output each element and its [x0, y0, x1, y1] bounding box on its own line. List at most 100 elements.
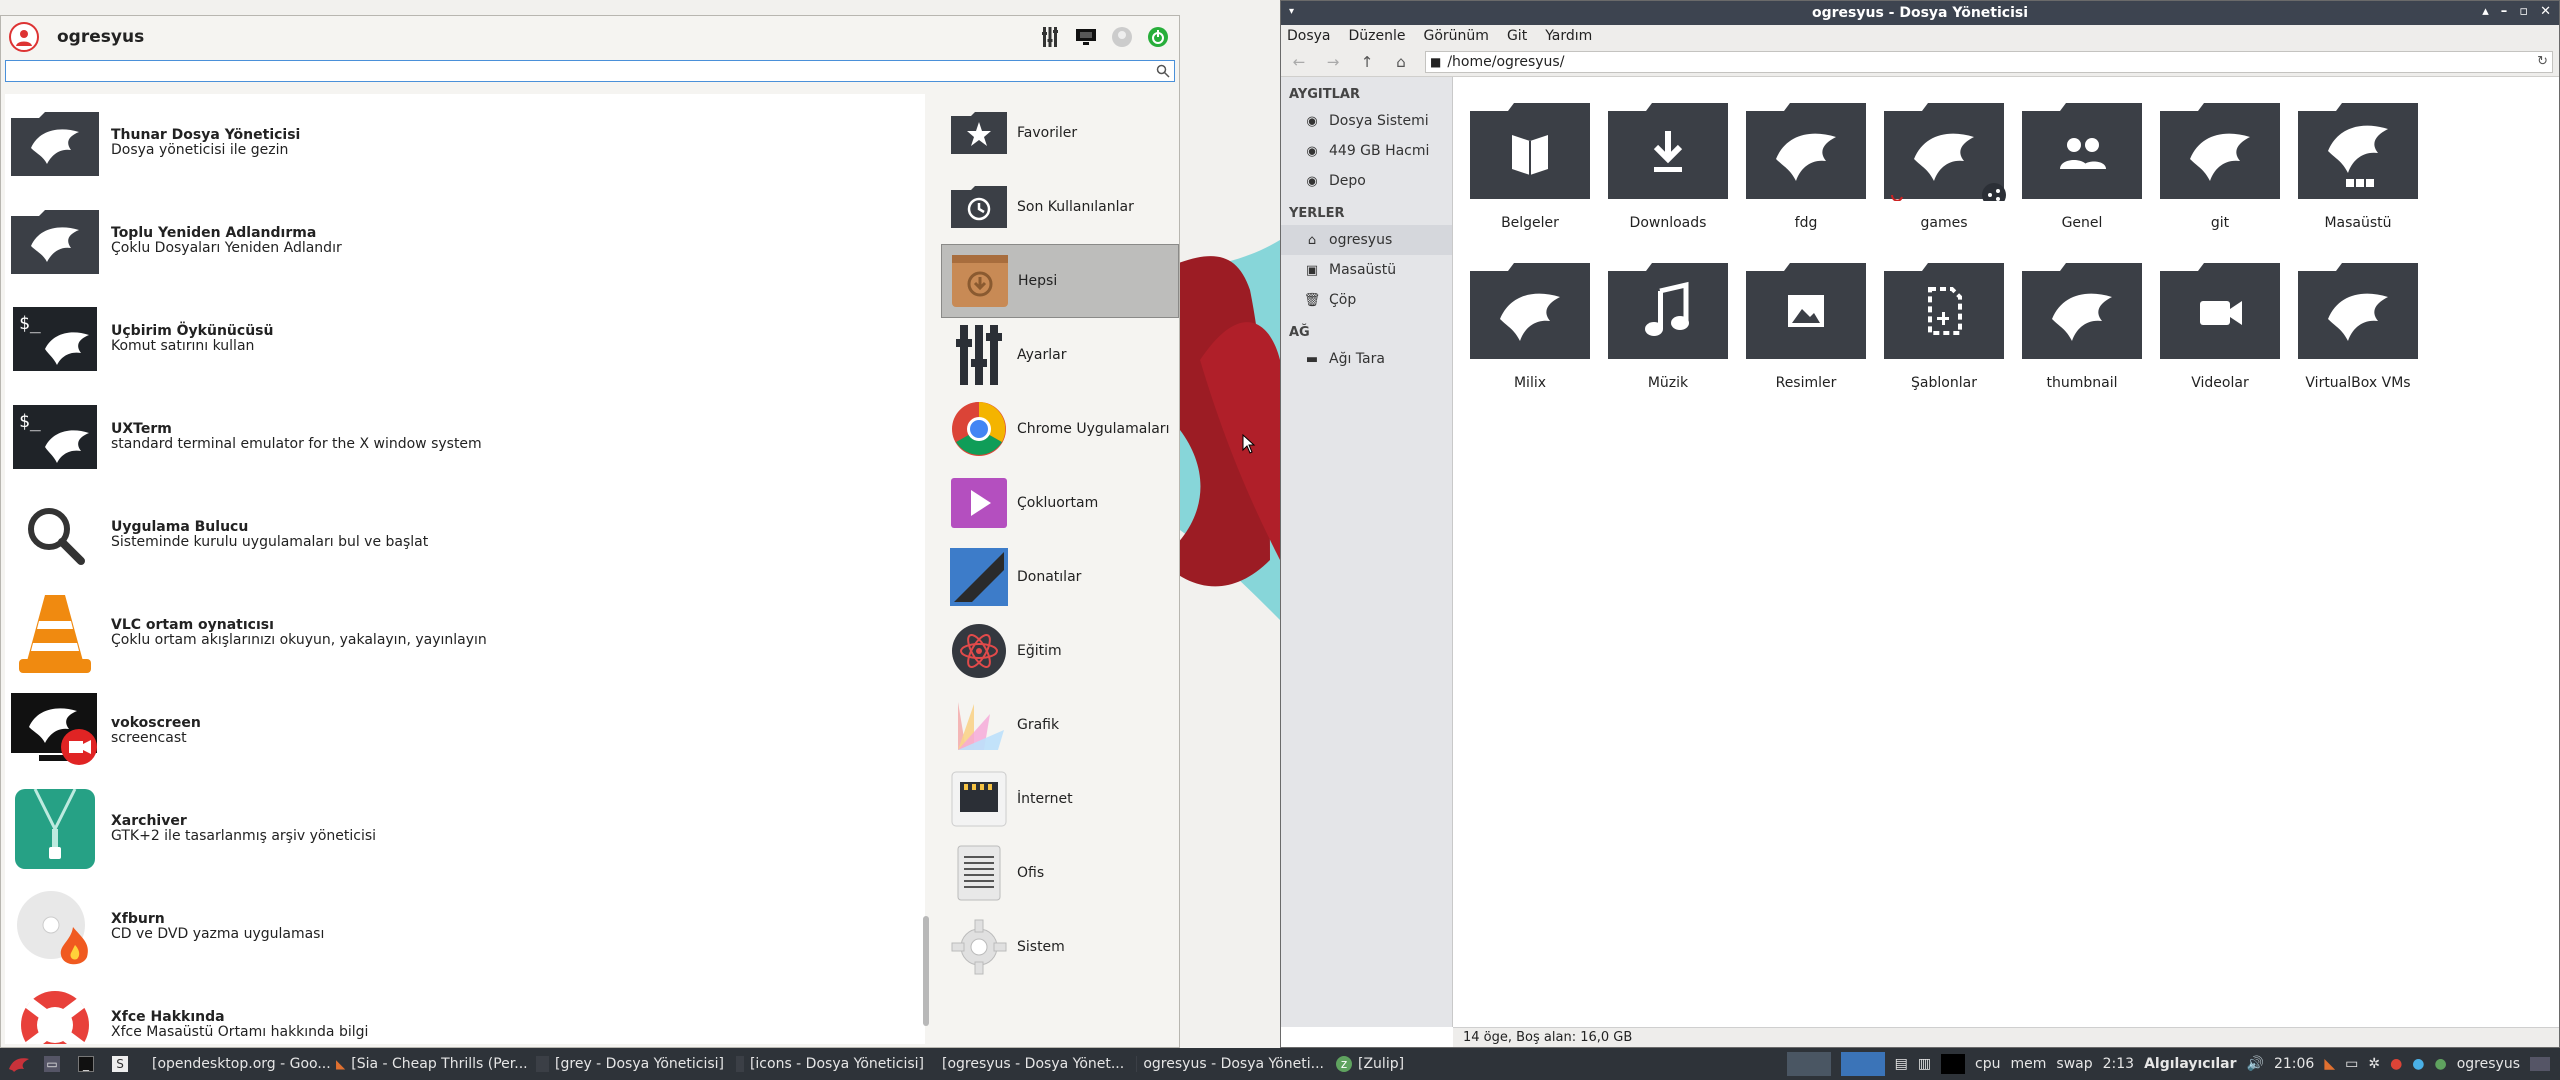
folder-item[interactable]: Belgeler [1461, 101, 1599, 261]
sidebar-item-desktop[interactable]: ▣ Masaüstü [1281, 255, 1452, 285]
category-system[interactable]: Sistem [941, 910, 1179, 984]
whisker-menu-button[interactable] [0, 1048, 38, 1080]
battery-time[interactable]: 2:13 [2103, 1056, 2134, 1072]
category-accessories[interactable]: Donatılar [941, 540, 1179, 614]
sidebar-item-volume[interactable]: ◉ 449 GB Hacmi [1281, 136, 1452, 166]
forward-icon[interactable]: → [1323, 52, 1343, 72]
app-item[interactable]: Xfburn CD ve DVD yazma uygulaması [5, 878, 925, 976]
category-graphics[interactable]: Grafik [941, 688, 1179, 762]
menu-edit[interactable]: Düzenle [1349, 28, 1406, 44]
back-icon[interactable]: ← [1289, 52, 1309, 72]
home-icon[interactable]: ⌂ [1391, 52, 1411, 72]
folder-item[interactable]: Masaüstü [2289, 101, 2427, 261]
sidebar-item-depo[interactable]: ◉ Depo [1281, 166, 1452, 196]
user-avatar[interactable] [9, 22, 39, 52]
task-fm-grey[interactable]: [grey - Dosya Yöneticisi] [530, 1048, 730, 1080]
category-internet[interactable]: İnternet [941, 762, 1179, 836]
show-desktop-button[interactable]: ▭ [38, 1048, 72, 1080]
switch-user-icon[interactable] [1109, 24, 1135, 50]
settings-icon[interactable]: ✲ [2368, 1056, 2380, 1072]
templates-folder-icon [1882, 261, 2006, 361]
folder-item[interactable]: thumbnail [2013, 261, 2151, 421]
category-all[interactable]: Hepsi [941, 244, 1179, 318]
app-item[interactable]: Xfce Hakkında Xfce Masaüstü Ortamı hakkın… [5, 976, 925, 1044]
notes-icon[interactable]: ▥ [1918, 1056, 1931, 1072]
menu-file[interactable]: Dosya [1287, 28, 1331, 44]
clock[interactable]: 21:06 [2274, 1056, 2314, 1072]
app-search-input[interactable] [6, 61, 1174, 81]
category-recent[interactable]: Son Kullanılanlar [941, 170, 1179, 244]
task-music[interactable]: ◣ [Sia - Cheap Thrills (Per... [330, 1048, 530, 1080]
up-icon[interactable]: ↑ [1357, 52, 1377, 72]
app-item[interactable]: Xarchiver GTK+2 ile tasarlanmış arşiv yön… [5, 780, 925, 878]
location-bar[interactable]: ■ /home/ogresyus/ ↻ [1425, 50, 2553, 73]
menu-view[interactable]: Görünüm [1424, 28, 1489, 44]
chrome-tray-icon[interactable]: ● [2390, 1056, 2402, 1072]
folder-item[interactable]: Resimler [1737, 261, 1875, 421]
category-settings[interactable]: Ayarlar [941, 318, 1179, 392]
app-item[interactable]: Toplu Yeniden Adlandırma Çoklu Dosyaları … [5, 192, 925, 290]
reload-icon[interactable]: ↻ [2537, 54, 2548, 69]
launcher-app[interactable]: S [106, 1048, 140, 1080]
menu-go[interactable]: Git [1507, 28, 1527, 44]
window-menu-icon[interactable]: ▾ [1289, 6, 1294, 17]
window-titlebar[interactable]: ▾ ogresyus - Dosya Yöneticisi ▴ – ▫ ✕ [1281, 1, 2559, 25]
update-icon[interactable]: ◣ [2324, 1056, 2335, 1072]
folder-item[interactable]: VirtualBox VMs [2289, 261, 2427, 421]
sidebar-item-filesystem[interactable]: ◉ Dosya Sistemi [1281, 106, 1452, 136]
launcher-terminal[interactable]: _ [72, 1048, 106, 1080]
sensors-label[interactable]: Algılayıcılar [2144, 1056, 2236, 1072]
cpu-graph[interactable] [1941, 1054, 1966, 1074]
task-zulip[interactable]: z [Zulip] [1330, 1048, 1450, 1080]
category-chrome-apps[interactable]: Chrome Uygulamaları [941, 392, 1179, 466]
app-item[interactable]: $_ UXTerm standard terminal emulator for … [5, 388, 925, 486]
task-chrome[interactable]: [opendesktop.org - Goo... [140, 1048, 330, 1080]
zulip-tray-icon[interactable]: ● [2435, 1056, 2447, 1072]
folder-item[interactable]: fdg [1737, 101, 1875, 261]
sidebar-item-label: Dosya Sistemi [1329, 113, 1429, 129]
volume-icon[interactable]: 🔊 [2247, 1056, 2264, 1072]
task-fm-active[interactable]: ogresyus - Dosya Yöneti... [1130, 1048, 1330, 1080]
app-item[interactable]: VLC ortam oynatıcısı Çoklu ortam akışları… [5, 584, 925, 682]
app-search-box[interactable] [5, 60, 1175, 82]
folder-item[interactable]: Videolar [2151, 261, 2289, 421]
folder-item[interactable]: Şablonlar [1875, 261, 2013, 421]
close-icon[interactable]: ✕ [2540, 4, 2551, 19]
app-item[interactable]: vokoscreen screencast [5, 682, 925, 780]
category-favorites[interactable]: Favoriler [941, 96, 1179, 170]
sidebar-item-trash[interactable]: 🗑 Çöp [1281, 285, 1452, 315]
workspace-2[interactable] [1840, 1052, 1885, 1076]
sidebar-item-browse-network[interactable]: ▬ Ağı Tara [1281, 344, 1452, 374]
logout-icon[interactable] [1145, 24, 1171, 50]
app-item[interactable]: $_ Uçbirim Öykünücüsü Komut satırını kull… [5, 290, 925, 388]
app-item[interactable]: Uygulama Bulucu Sisteminde kurulu uygulam… [5, 486, 925, 584]
folder-item[interactable]: games [1875, 101, 2013, 261]
app-item[interactable]: Thunar Dosya Yöneticisi Dosya yöneticisi … [5, 94, 925, 192]
terminal-icon: _ [78, 1056, 94, 1072]
category-office[interactable]: Ofis [941, 836, 1179, 910]
folder-icon [1468, 261, 1592, 361]
lock-screen-icon[interactable] [1073, 24, 1099, 50]
minimize-icon[interactable]: ▴ [2482, 4, 2489, 19]
task-fm-ogresyus[interactable]: [ogresyus - Dosya Yönet... [930, 1048, 1130, 1080]
maximize-icon[interactable]: ▫ [2519, 4, 2528, 19]
folder-item[interactable]: Müzik [1599, 261, 1737, 421]
folder-item[interactable]: Genel [2013, 101, 2151, 261]
folder-item[interactable]: Downloads [1599, 101, 1737, 261]
shade-icon[interactable]: – [2501, 4, 2508, 19]
task-fm-icons[interactable]: [icons - Dosya Yöneticisi] [730, 1048, 930, 1080]
menu-help[interactable]: Yardım [1545, 28, 1592, 44]
category-multimedia[interactable]: Çokluortam [941, 466, 1179, 540]
tray-extra-icon[interactable] [2530, 1057, 2550, 1071]
workspace-1[interactable] [1786, 1052, 1831, 1076]
app-list-scrollbar[interactable] [923, 916, 929, 1026]
sidebar-item-home[interactable]: ⌂ ogresyus [1281, 225, 1452, 255]
category-education[interactable]: Eğitim [941, 614, 1179, 688]
clipboard-icon[interactable]: ▤ [1895, 1056, 1908, 1072]
folder-item[interactable]: git [2151, 101, 2289, 261]
settings-manager-icon[interactable] [1037, 24, 1063, 50]
folder-icon [536, 1056, 550, 1072]
display-icon[interactable]: ▭ [2345, 1056, 2358, 1072]
folder-item[interactable]: Milix [1461, 261, 1599, 421]
network-icon[interactable]: ● [2412, 1056, 2424, 1072]
